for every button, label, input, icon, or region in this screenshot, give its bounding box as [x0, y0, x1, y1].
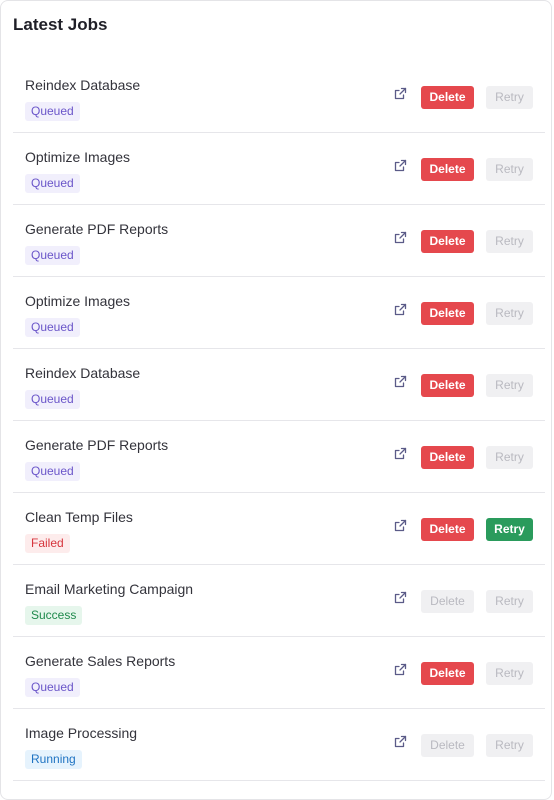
job-row: Optimize Images Queued Delete Retry [13, 133, 545, 205]
retry-button: Retry [486, 446, 533, 469]
job-row: Email Marketing Campaign Success Delete … [13, 565, 545, 637]
delete-button[interactable]: Delete [421, 158, 474, 181]
external-link-icon[interactable] [394, 591, 408, 605]
delete-button: Delete [421, 590, 474, 613]
job-name: Generate PDF Reports [25, 221, 169, 237]
job-name: Reindex Database [25, 77, 141, 93]
job-row: Generate PDF Reports Queued Delete Retry [13, 421, 545, 493]
status-badge: Queued [25, 318, 80, 337]
job-name: Reindex Database [25, 365, 141, 381]
status-badge: Failed [25, 534, 70, 553]
external-link-icon[interactable] [394, 159, 408, 173]
card-title: Latest Jobs [13, 15, 108, 34]
delete-button[interactable]: Delete [421, 86, 474, 109]
retry-button: Retry [486, 158, 533, 181]
external-link-icon[interactable] [394, 447, 408, 461]
delete-button[interactable]: Delete [421, 446, 474, 469]
retry-button: Retry [486, 302, 533, 325]
job-row: Reindex Database Queued Delete Retry [13, 61, 545, 133]
retry-button: Retry [486, 734, 533, 757]
job-name: Generate PDF Reports [25, 437, 169, 453]
delete-button[interactable]: Delete [421, 518, 474, 541]
external-link-icon[interactable] [394, 375, 408, 389]
external-link-icon[interactable] [394, 519, 408, 533]
job-name: Image Processing [25, 725, 138, 741]
retry-button: Retry [486, 662, 533, 685]
job-row: Generate PDF Reports Queued Delete Retry [13, 205, 545, 277]
job-row: Image Processing Running Delete Retry [13, 709, 545, 781]
job-row: Optimize Images Queued Delete Retry [13, 277, 545, 349]
external-link-icon[interactable] [394, 303, 408, 317]
status-badge: Queued [25, 102, 80, 121]
delete-button[interactable]: Delete [421, 230, 474, 253]
delete-button[interactable]: Delete [421, 302, 474, 325]
latest-jobs-card: Latest Jobs Reindex Database Queued Dele… [0, 0, 552, 800]
status-badge: Queued [25, 678, 80, 697]
job-row: Reindex Database Queued Delete Retry [13, 349, 545, 421]
job-name: Generate Sales Reports [25, 653, 176, 669]
job-name: Clean Temp Files [25, 509, 133, 525]
retry-button: Retry [486, 230, 533, 253]
delete-button[interactable]: Delete [421, 374, 474, 397]
external-link-icon[interactable] [394, 663, 408, 677]
job-row: Generate Sales Reports Queued Delete Ret… [13, 637, 545, 709]
job-list: Reindex Database Queued Delete Retry Opt… [13, 61, 545, 781]
external-link-icon[interactable] [394, 231, 408, 245]
job-row: Clean Temp Files Failed Delete Retry [13, 493, 545, 565]
external-link-icon[interactable] [394, 87, 408, 101]
status-badge: Success [25, 606, 83, 625]
retry-button: Retry [486, 86, 533, 109]
retry-button: Retry [486, 590, 533, 613]
delete-button[interactable]: Delete [421, 662, 474, 685]
job-name: Optimize Images [25, 149, 131, 165]
job-name: Email Marketing Campaign [25, 581, 194, 597]
status-badge: Queued [25, 462, 80, 481]
status-badge: Queued [25, 390, 80, 409]
delete-button: Delete [421, 734, 474, 757]
retry-button[interactable]: Retry [486, 518, 533, 541]
status-badge: Running [25, 750, 82, 769]
status-badge: Queued [25, 174, 80, 193]
job-name: Optimize Images [25, 293, 131, 309]
status-badge: Queued [25, 246, 80, 265]
retry-button: Retry [486, 374, 533, 397]
external-link-icon[interactable] [394, 735, 408, 749]
